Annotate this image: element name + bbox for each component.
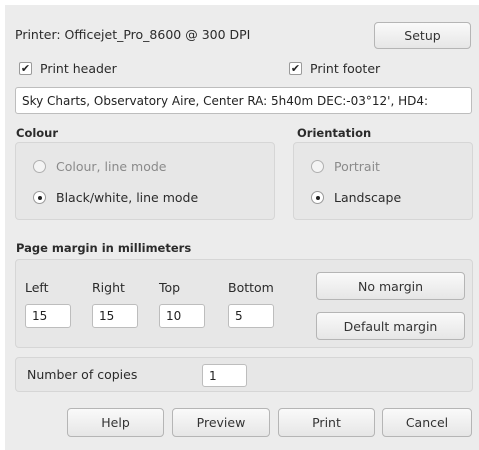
- default-margin-button[interactable]: Default margin: [316, 312, 465, 340]
- radio-on-icon: [33, 191, 46, 204]
- no-margin-button[interactable]: No margin: [316, 272, 465, 300]
- right-margin-input[interactable]: 15: [92, 304, 138, 328]
- printer-label: Printer: Officejet_Pro_8600 @ 300 DPI: [15, 27, 251, 42]
- bottom-margin-label: Bottom: [228, 280, 274, 295]
- cancel-button[interactable]: Cancel: [382, 408, 472, 437]
- print-header-check-icon: ✔: [19, 62, 32, 75]
- landscape-radio[interactable]: Landscape: [311, 190, 401, 205]
- print-footer-check-icon: ✔: [289, 62, 302, 75]
- right-margin-label: Right: [92, 280, 125, 295]
- margin-group-title: Page margin in millimeters: [16, 241, 192, 255]
- colour-group-title: Colour: [16, 126, 59, 140]
- top-margin-label: Top: [159, 280, 181, 295]
- margin-group: Left Right Top Bottom 15 15 10 5 No marg…: [15, 259, 473, 348]
- landscape-label: Landscape: [334, 190, 402, 205]
- colour-group: Colour, line mode Black/white, line mode: [15, 142, 275, 220]
- copies-label: Number of copies: [27, 367, 138, 382]
- print-header-checkbox[interactable]: ✔ Print header: [19, 61, 117, 76]
- bw-line-mode-label: Black/white, line mode: [56, 190, 199, 205]
- portrait-radio[interactable]: Portrait: [311, 159, 380, 174]
- setup-button[interactable]: Setup: [374, 22, 471, 49]
- help-button[interactable]: Help: [67, 408, 164, 437]
- colour-line-mode-label: Colour, line mode: [56, 159, 167, 174]
- radio-on-icon: [311, 191, 324, 204]
- bottom-margin-input[interactable]: 5: [228, 304, 274, 328]
- top-margin-input[interactable]: 10: [159, 304, 205, 328]
- print-footer-label: Print footer: [310, 61, 381, 76]
- print-footer-checkbox[interactable]: ✔ Print footer: [289, 61, 380, 76]
- bw-line-mode-radio[interactable]: Black/white, line mode: [33, 190, 198, 205]
- print-button[interactable]: Print: [278, 408, 375, 437]
- orientation-group: Portrait Landscape: [293, 142, 473, 220]
- left-margin-label: Left: [25, 280, 49, 295]
- preview-button[interactable]: Preview: [172, 408, 270, 437]
- portrait-label: Portrait: [334, 159, 380, 174]
- print-header-label: Print header: [40, 61, 117, 76]
- left-margin-input[interactable]: 15: [25, 304, 71, 328]
- colour-line-mode-radio[interactable]: Colour, line mode: [33, 159, 167, 174]
- radio-off-icon: [311, 160, 324, 173]
- copies-group: Number of copies 1: [15, 357, 473, 392]
- copies-input[interactable]: 1: [202, 364, 247, 387]
- radio-off-icon: [33, 160, 46, 173]
- orientation-group-title: Orientation: [297, 126, 372, 140]
- print-dialog: Printer: Officejet_Pro_8600 @ 300 DPI Se…: [5, 5, 479, 450]
- header-text-input[interactable]: Sky Charts, Observatory Aire, Center RA:…: [15, 87, 472, 114]
